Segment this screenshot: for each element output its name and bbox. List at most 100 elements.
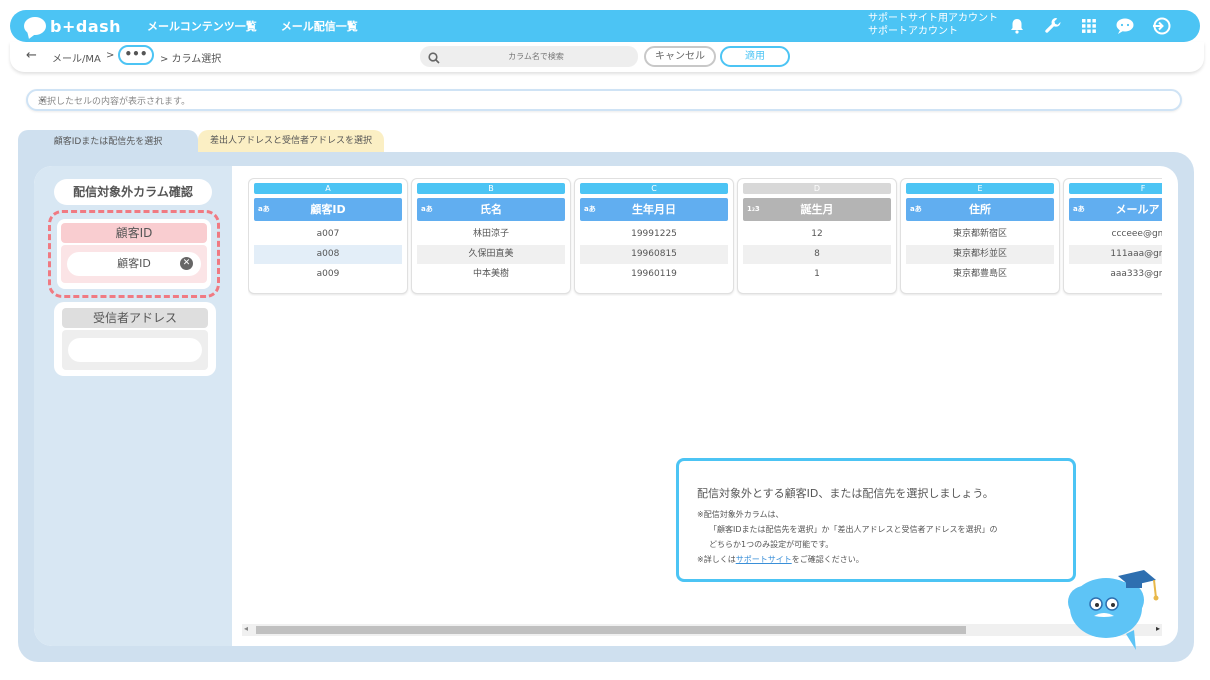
mascot-icon	[1068, 570, 1159, 650]
table-cell[interactable]: 111aaa@gmai	[1069, 245, 1162, 264]
breadcrumb-more-button[interactable]: •••	[118, 45, 154, 65]
recipient-address-group: 受信者アドレス	[54, 302, 216, 376]
customer-id-drop-zone[interactable]: 顧客ID ✕	[61, 245, 207, 283]
table-cell[interactable]: aaa333@gmai	[1069, 265, 1162, 284]
column-letter: E	[906, 183, 1054, 194]
column-header[interactable]: aあ 住所	[906, 198, 1054, 221]
table-cell[interactable]: 19960119	[580, 265, 728, 284]
cancel-button[interactable]: キャンセル	[644, 46, 716, 67]
column-card-f[interactable]: F aあ メールアド cccеее@gmai 111aaa@gmai aaa333…	[1063, 178, 1162, 294]
toolbar-row: ← メール/MA > ••• > カラム選択 キャンセル 適用	[10, 42, 1204, 72]
table-cell[interactable]: 東京都豊島区	[906, 265, 1054, 284]
logo-bubble-icon	[24, 17, 46, 35]
cell-content-bar[interactable]: 選択したセルの内容が表示されます。 ⌄	[26, 89, 1182, 111]
apply-button[interactable]: 適用	[720, 46, 790, 67]
nav-mail-contents[interactable]: メールコンテンツ一覧	[147, 18, 257, 34]
column-search	[420, 46, 638, 67]
breadcrumb-current: > カラム選択	[160, 54, 222, 65]
table-cell[interactable]: a009	[254, 265, 402, 284]
column-card-a[interactable]: A aあ 顧客ID a007 a008 a009	[248, 178, 408, 294]
scroll-left-icon[interactable]: ◂	[244, 624, 248, 633]
chat-icon[interactable]	[1114, 15, 1136, 37]
number-type-icon: 1₂3	[747, 205, 760, 213]
table-cell[interactable]: 19960815	[580, 245, 728, 264]
search-icon	[428, 49, 440, 68]
top-nav-bar: b+dash メールコンテンツ一覧 メール配信一覧 サポートサイト用アカウント …	[10, 10, 1200, 42]
table-cell[interactable]: 中本美樹	[417, 265, 565, 284]
nav-mail-delivery[interactable]: メール配信一覧	[281, 18, 358, 34]
chip-label: 顧客ID	[117, 257, 151, 270]
column-header[interactable]: aあ 顧客ID	[254, 198, 402, 221]
column-name: 生年月日	[632, 203, 676, 216]
tab-customer-id[interactable]: 顧客IDまたは配信先を選択	[18, 130, 198, 154]
column-card-b[interactable]: B aあ 氏名 林田涼子 久保田直美 中本美樹	[411, 178, 571, 294]
column-name: メールアド	[1115, 203, 1163, 216]
table-cell[interactable]: 19991225	[580, 225, 728, 244]
column-name: 誕生月	[800, 203, 834, 216]
tooltip-note-4: ※詳しくはサポートサイトをご確認ください。	[697, 552, 998, 567]
column-header[interactable]: aあ メールアド	[1069, 198, 1162, 221]
account-sub: サポートアカウント	[868, 26, 958, 37]
table-cell[interactable]: a008	[254, 245, 402, 264]
logo-text: b+dash	[50, 16, 122, 36]
scrollbar-thumb[interactable]	[256, 626, 966, 634]
recipient-address-drop-zone[interactable]	[62, 330, 208, 370]
column-card-e[interactable]: E aあ 住所 東京都新宿区 東京都杉並区 東京都豊島区	[900, 178, 1060, 294]
empty-slot[interactable]	[68, 338, 202, 362]
text-type-icon: aあ	[910, 205, 922, 213]
column-card-c[interactable]: C aあ 生年月日 19991225 19960815 19960119	[574, 178, 734, 294]
logout-icon[interactable]	[1150, 15, 1172, 37]
support-site-link[interactable]: サポートサイト	[736, 555, 792, 564]
column-name: 顧客ID	[310, 203, 346, 216]
text-type-icon: aあ	[584, 205, 596, 213]
remove-chip-icon[interactable]: ✕	[180, 257, 193, 270]
column-letter: A	[254, 183, 402, 194]
column-name: 住所	[969, 203, 991, 216]
column-letter: D	[743, 183, 891, 194]
account-info[interactable]: サポートサイト用アカウント サポートアカウント	[868, 12, 998, 38]
tooltip-note-2: 「顧客IDまたは配信先を選択」か「差出人アドレスと受信者アドレスを選択」の	[709, 525, 998, 534]
horizontal-scrollbar[interactable]: ◂ ▸	[242, 624, 1162, 636]
column-table: A aあ 顧客ID a007 a008 a009 B aあ 氏名 林田涼子 久保田直…	[248, 178, 1162, 296]
excluded-columns-title: 配信対象外カラム確認	[54, 179, 212, 205]
tooltip-title: 配信対象外とする顧客ID、または配信先を選択しましょう。	[697, 487, 994, 500]
table-cell[interactable]: cccеее@gmai	[1069, 225, 1162, 244]
grid-icon[interactable]	[1078, 15, 1100, 37]
highlight-dashed-box: 顧客ID 顧客ID ✕	[48, 210, 220, 298]
table-cell[interactable]: 久保田直美	[417, 245, 565, 264]
breadcrumb-root[interactable]: メール/MA	[52, 50, 101, 65]
column-letter: B	[417, 183, 565, 194]
back-arrow-icon[interactable]: ←	[26, 48, 37, 63]
table-cell[interactable]: a007	[254, 225, 402, 244]
table-cell[interactable]: 8	[743, 245, 891, 264]
tooltip-notes: ※配信対象外カラムは、 「顧客IDまたは配信先を選択」か「差出人アドレスと受信者…	[697, 507, 998, 567]
tab-sender-recipient[interactable]: 差出人アドレスと受信者アドレスを選択	[198, 130, 384, 152]
table-cell[interactable]: 東京都杉並区	[906, 245, 1054, 264]
table-cell[interactable]: 12	[743, 225, 891, 244]
column-letter: C	[580, 183, 728, 194]
table-cell[interactable]: 東京都新宿区	[906, 225, 1054, 244]
text-type-icon: aあ	[258, 205, 270, 213]
selected-column-chip[interactable]: 顧客ID ✕	[67, 252, 201, 276]
account-name: サポートサイト用アカウント	[868, 13, 998, 24]
column-header[interactable]: aあ 氏名	[417, 198, 565, 221]
bell-icon[interactable]	[1006, 15, 1028, 37]
column-header[interactable]: 1₂3 誕生月	[743, 198, 891, 221]
text-type-icon: aあ	[1073, 205, 1085, 213]
text-type-icon: aあ	[421, 205, 433, 213]
tooltip-note-4-post: をご確認ください。	[791, 555, 864, 564]
customer-id-group: 顧客ID 顧客ID ✕	[57, 219, 211, 289]
table-cell[interactable]: 林田涼子	[417, 225, 565, 244]
column-header[interactable]: aあ 生年月日	[580, 198, 728, 221]
app-logo[interactable]: b+dash	[24, 17, 121, 36]
main-panel: 配信対象外カラム確認 顧客ID 顧客ID ✕ 受信者アドレス A aあ 顧客ID…	[18, 152, 1194, 662]
wrench-icon[interactable]	[1042, 15, 1064, 37]
search-input[interactable]	[446, 48, 626, 64]
column-letter: F	[1069, 183, 1162, 194]
tooltip-note-3: どちらか1つのみ設定が可能です。	[709, 540, 834, 549]
excluded-columns-sidebar: 配信対象外カラム確認 顧客ID 顧客ID ✕ 受信者アドレス	[34, 166, 232, 646]
tooltip-note-1: ※配信対象外カラムは、	[697, 510, 784, 519]
column-card-d[interactable]: D 1₂3 誕生月 12 8 1	[737, 178, 897, 294]
table-cell[interactable]: 1	[743, 265, 891, 284]
chevron-down-icon[interactable]: ⌄	[38, 93, 1168, 104]
